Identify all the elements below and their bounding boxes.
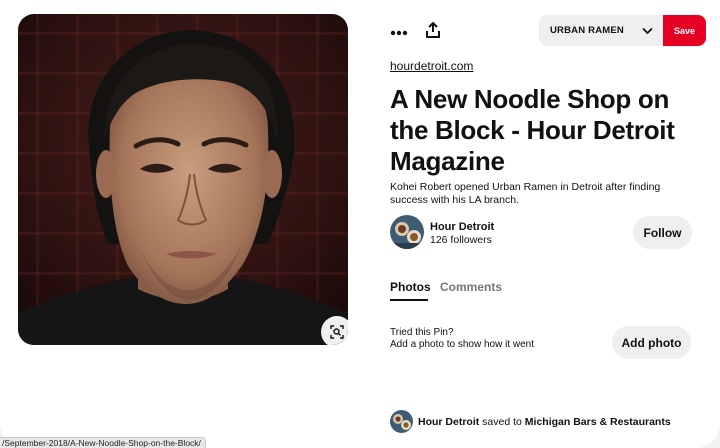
active-tab-indicator (390, 299, 428, 301)
status-bar-url: /September-2018/A-New-Noodle-Shop-on-the… (0, 437, 206, 448)
chevron-down-icon (642, 22, 653, 40)
pin-image[interactable] (18, 14, 348, 345)
saver-name[interactable]: Hour Detroit (418, 416, 479, 428)
source-link[interactable]: hourdetroit.com (390, 59, 473, 73)
saved-verb: saved to (482, 416, 522, 428)
creator-avatar[interactable] (390, 215, 424, 249)
share-upload-icon (425, 21, 441, 43)
creator-name[interactable]: Hour Detroit (430, 221, 494, 233)
tried-pin-title: Tried this Pin? (390, 327, 454, 338)
creator-followers: 126 followers (430, 234, 492, 246)
saved-board-name[interactable]: Michigan Bars & Restaurants (525, 416, 671, 428)
visual-search-button[interactable] (321, 316, 348, 345)
pin-title: A New Noodle Shop on the Block - Hour De… (390, 84, 675, 176)
visual-search-icon (330, 325, 344, 339)
follow-button[interactable]: Follow (633, 216, 692, 249)
saved-to-line: Hour Detroit saved to Michigan Bars & Re… (418, 416, 671, 428)
share-button[interactable] (421, 20, 445, 44)
portrait-photo (18, 14, 348, 345)
add-photo-button[interactable]: Add photo (612, 326, 691, 359)
pin-description: Kohei Robert opened Urban Ramen in Detro… (390, 181, 661, 206)
tried-pin-subtitle: Add a photo to show how it went (390, 339, 534, 350)
more-options-button[interactable] (386, 20, 412, 44)
tab-photos[interactable]: Photos (390, 280, 431, 294)
board-select-dropdown[interactable]: URBAN RAMEN (539, 15, 663, 46)
save-button[interactable]: Save (663, 15, 706, 46)
pin-closeup-card: URBAN RAMEN Save hourdetroit.com A New N… (0, 0, 720, 448)
saver-avatar[interactable] (390, 410, 413, 433)
ellipsis-icon (390, 23, 408, 41)
board-select-label: URBAN RAMEN (550, 25, 624, 36)
tab-comments[interactable]: Comments (440, 280, 502, 294)
